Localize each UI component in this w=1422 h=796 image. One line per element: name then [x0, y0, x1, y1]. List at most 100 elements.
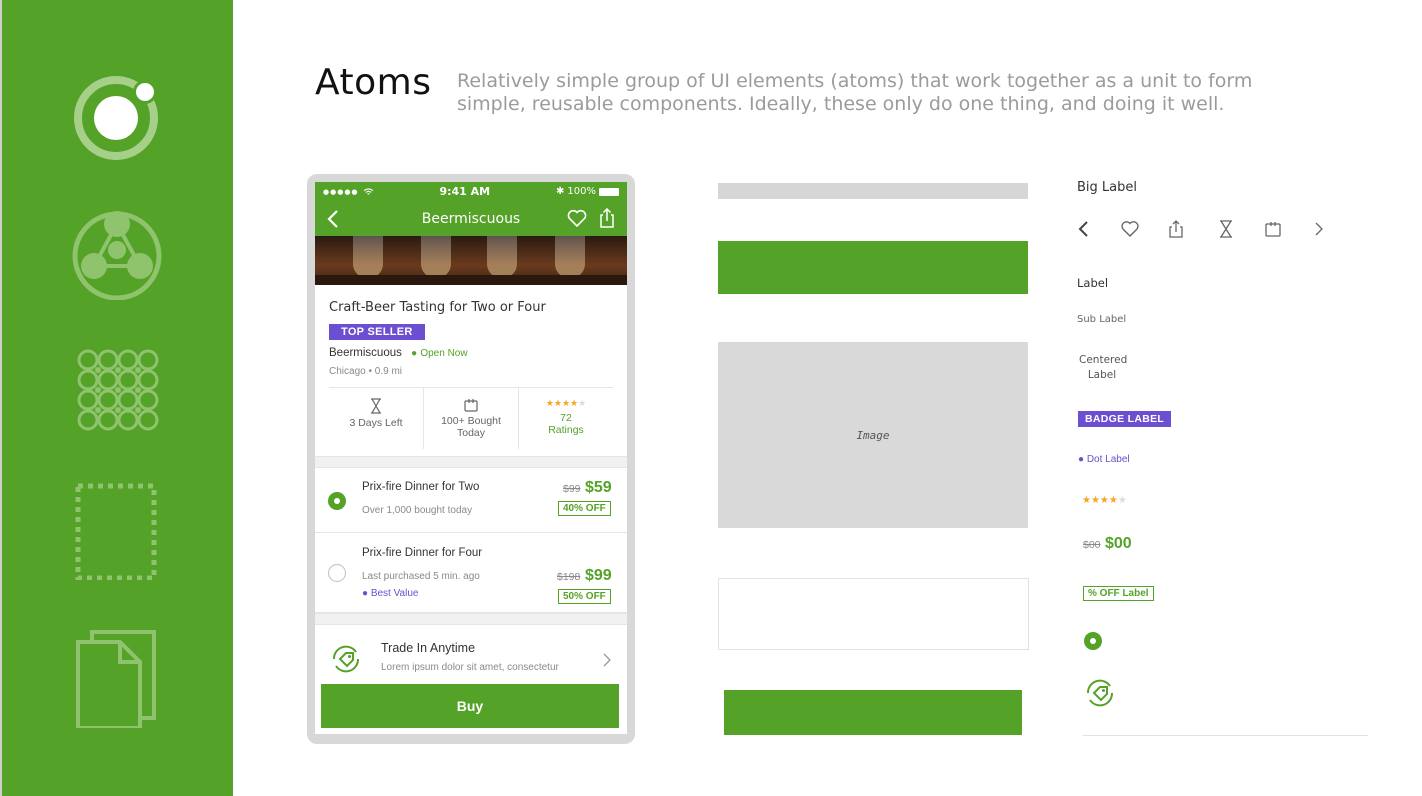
trade-text: Lorem ipsum dolor sit amet, consectetur	[381, 662, 559, 673]
hero-image	[315, 236, 627, 285]
green-button-atom[interactable]	[724, 690, 1022, 735]
beer-glass	[421, 236, 451, 278]
forward-chevron-icon[interactable]	[1309, 219, 1329, 239]
nav-bar: Beermiscuous	[315, 201, 627, 236]
radio-selected-icon[interactable]	[1083, 631, 1103, 651]
status-bar: ●●●●● 9:41 AM ✱ 100%	[315, 182, 627, 201]
beer-glass	[353, 236, 383, 278]
option-name: Prix-fire Dinner for Four	[362, 547, 483, 559]
location-city: Chicago	[329, 366, 366, 377]
stat-ratings: ★★★★★ 72 Ratings	[518, 388, 613, 449]
heart-icon[interactable]	[567, 209, 587, 227]
radio-empty-icon[interactable]	[327, 563, 347, 583]
description-line-1: Relatively simple group of UI elements (…	[457, 70, 1253, 92]
status-time: 9:41 AM	[439, 185, 491, 198]
deal-option-row[interactable]: Prix-fire Dinner for Two Over 1,000 boug…	[315, 469, 627, 533]
white-card-placeholder	[718, 578, 1029, 650]
beer-glass	[487, 236, 517, 278]
sidebar	[0, 0, 233, 796]
deal-title: Craft-Beer Tasting for Two or Four	[329, 300, 546, 315]
atom-old-price: $00	[1083, 539, 1101, 551]
section-divider	[315, 456, 627, 468]
off-label: % OFF Label	[1083, 586, 1154, 601]
description-line-2: simple, reusable components. Ideally, th…	[457, 93, 1225, 115]
location-distance: 0.9 mi	[374, 366, 402, 377]
option-sub: Over 1,000 bought today	[362, 505, 473, 516]
open-dot-icon: ●	[411, 348, 418, 359]
pages-icon[interactable]	[68, 628, 168, 728]
best-value-label: Best Value	[370, 588, 419, 599]
templates-icon[interactable]	[68, 480, 168, 580]
hourglass-icon	[371, 398, 381, 414]
gift-card-icon	[464, 399, 478, 412]
radio-selected-icon[interactable]	[327, 491, 347, 511]
star-rating: ★★★★★	[545, 398, 587, 408]
phone-mockup: ●●●●● 9:41 AM ✱ 100% Beermiscuous Craft-…	[307, 174, 635, 744]
option-old-price: $198	[557, 571, 581, 583]
battery-percent: 100%	[567, 186, 596, 197]
image-placeholder: Image	[718, 342, 1028, 528]
table-edge	[315, 275, 627, 285]
ionic-logo-icon[interactable]	[68, 68, 168, 168]
option-off-tag: 40% OFF	[558, 501, 611, 516]
atom-new-price: $00	[1104, 535, 1132, 552]
buy-button[interactable]: Buy	[321, 684, 619, 728]
badge-label: BADGE LABEL	[1078, 411, 1172, 427]
placeholder-bar	[718, 183, 1028, 199]
price-atom: $00 $00	[1083, 535, 1132, 553]
divider-line	[1083, 735, 1368, 736]
trade-tag-icon	[1086, 679, 1114, 707]
option-sub: Last purchased 5 min. ago	[362, 571, 480, 582]
merchant-name[interactable]: Beermiscuous	[329, 347, 402, 359]
battery-icon	[599, 187, 619, 196]
ratings-label: Ratings	[548, 424, 584, 436]
organisms-icon[interactable]	[68, 340, 168, 440]
badge-label-wrap: BADGE LABEL	[1078, 409, 1172, 427]
section-divider	[315, 613, 627, 625]
option-off-tag: 50% OFF	[558, 589, 611, 604]
bought-line-2: Today	[456, 427, 486, 439]
big-label: Big Label	[1077, 180, 1137, 195]
sub-label: Sub Label	[1077, 314, 1127, 325]
share-icon[interactable]	[1166, 219, 1186, 239]
stat-time-left: 3 Days Left	[329, 388, 423, 449]
green-block	[718, 241, 1028, 294]
option-name: Prix-fire Dinner for Two	[362, 481, 480, 493]
trade-tag-icon	[332, 645, 360, 673]
top-seller-badge-wrap: TOP SELLER	[329, 322, 425, 340]
image-placeholder-label: Image	[856, 428, 890, 442]
trade-title: Trade In Anytime	[381, 641, 476, 655]
location-row: Chicago • 0.9 mi	[329, 366, 402, 377]
deal-option-row[interactable]: Prix-fire Dinner for Four Last purchased…	[315, 533, 627, 613]
time-left-text: 3 Days Left	[349, 417, 403, 429]
bluetooth-icon: ✱	[556, 186, 565, 197]
star-rating: ★★★★★	[1082, 495, 1127, 506]
back-chevron-icon[interactable]	[1074, 219, 1094, 239]
centered-label: Centered Label	[1079, 353, 1128, 383]
label: Label	[1077, 276, 1109, 290]
merchant-row: Beermiscuous ● Open Now	[329, 347, 468, 359]
molecules-icon[interactable]	[68, 200, 168, 300]
centered-label-line-1: Centered	[1079, 354, 1128, 366]
open-status: Open Now	[420, 348, 468, 359]
page-title: Atoms	[315, 62, 432, 103]
top-seller-badge: TOP SELLER	[329, 324, 425, 340]
back-chevron-icon[interactable]	[327, 210, 339, 228]
dot-label-row: ● Dot Label	[1078, 454, 1130, 465]
option-old-price: $99	[563, 483, 581, 495]
phone-screen: ●●●●● 9:41 AM ✱ 100% Beermiscuous Craft-…	[315, 182, 627, 734]
share-icon[interactable]	[599, 208, 615, 228]
page-description: Relatively simple group of UI elements (…	[457, 70, 1257, 116]
hourglass-icon[interactable]	[1216, 219, 1236, 239]
deal-stats: 3 Days Left 100+ Bought Today ★★★★★ 72 R…	[329, 387, 613, 449]
gift-card-icon[interactable]	[1263, 219, 1283, 239]
chevron-right-icon[interactable]	[603, 653, 611, 667]
signal-indicator: ●●●●●	[323, 187, 359, 196]
option-new-price: $99	[585, 567, 612, 584]
stat-bought: 100+ Bought Today	[423, 388, 518, 449]
best-value-row: ● Best Value	[362, 588, 418, 599]
dot-label-icon: ●	[1078, 454, 1085, 465]
trade-in-row[interactable]: Trade In Anytime Lorem ipsum dolor sit a…	[315, 626, 627, 686]
dot-label: Dot Label	[1086, 454, 1130, 465]
heart-icon[interactable]	[1120, 219, 1140, 239]
